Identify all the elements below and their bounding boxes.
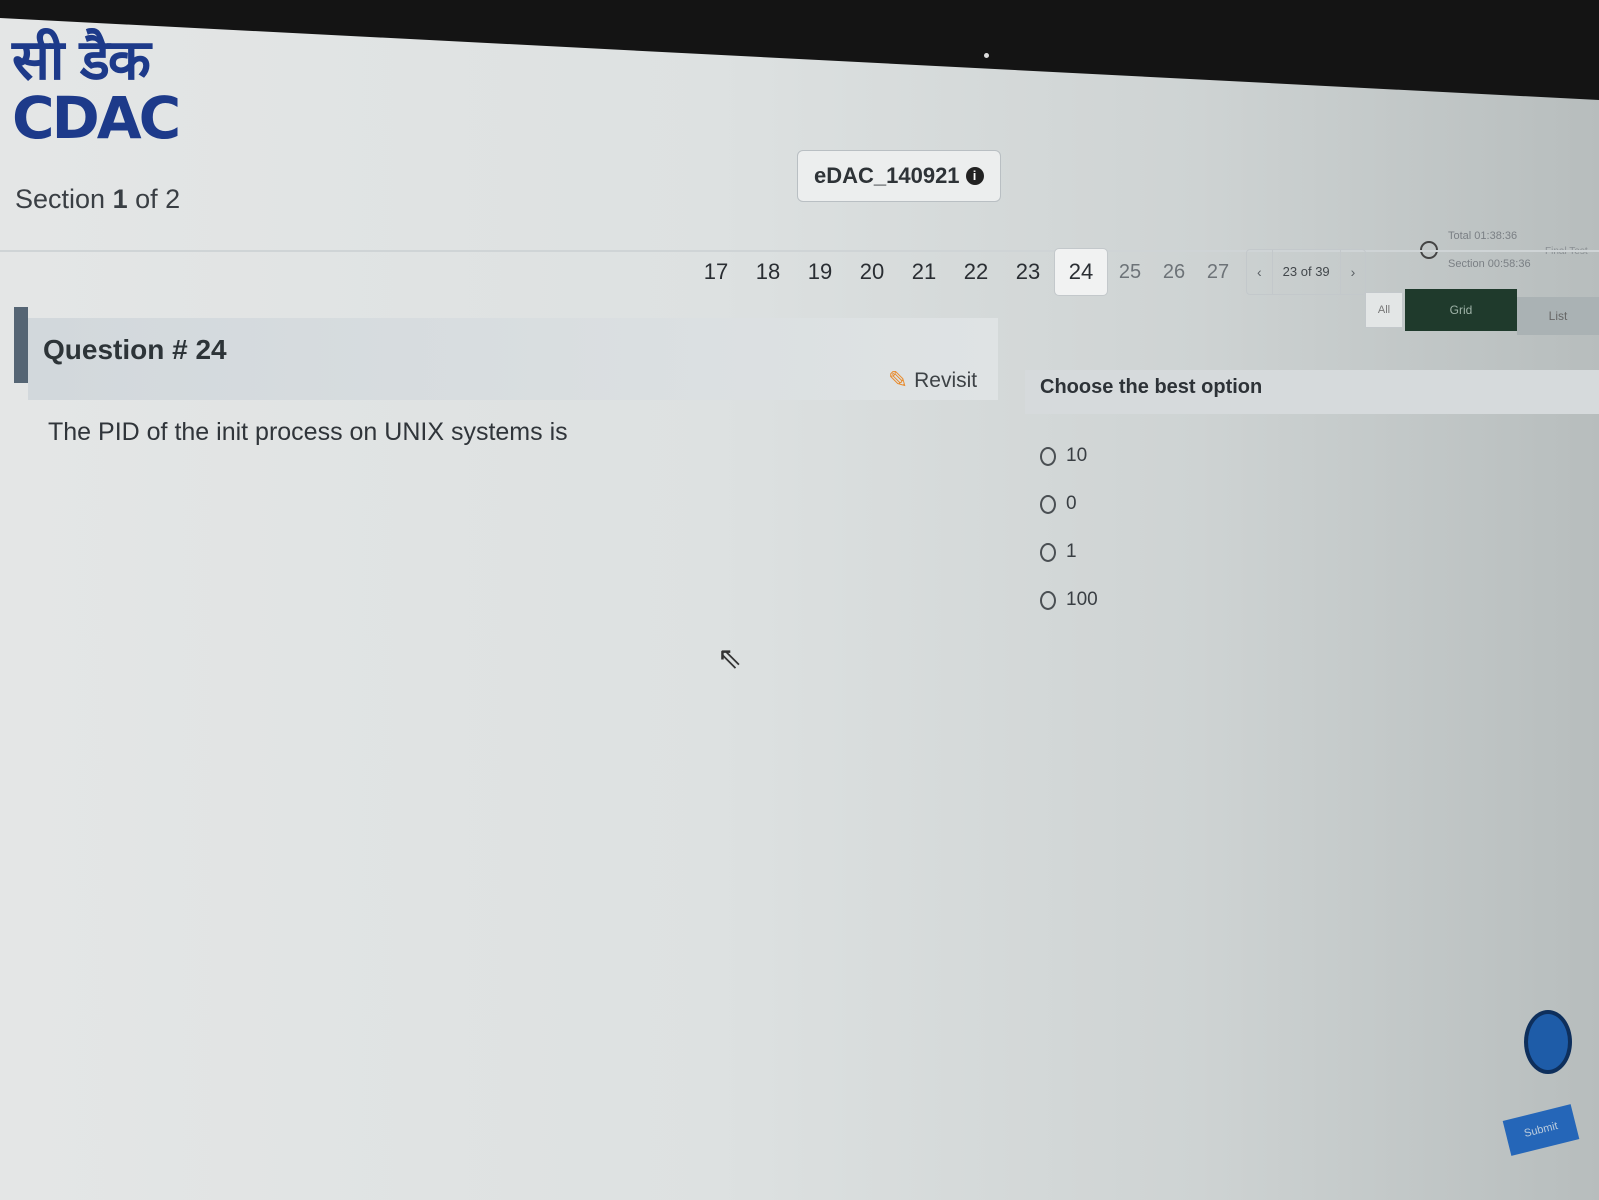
- answer-option-3[interactable]: 1: [1040, 528, 1098, 576]
- test-id-text: eDAC_140921: [814, 163, 960, 188]
- section-total: of 2: [135, 184, 181, 214]
- question-nav-17[interactable]: 17: [690, 249, 742, 295]
- question-title: Question # 24: [43, 334, 227, 365]
- pencil-icon: ✎: [888, 367, 909, 394]
- question-nav-25[interactable]: 25: [1108, 251, 1152, 294]
- logo-hindi-text: सी डैक: [12, 27, 151, 93]
- question-nav-18[interactable]: 18: [742, 249, 794, 295]
- option-label: 1: [1066, 541, 1077, 562]
- test-id-badge[interactable]: eDAC_140921 i: [797, 150, 1001, 202]
- mouse-cursor-icon: ⇖: [717, 642, 743, 675]
- pager-prev-button[interactable]: ‹: [1247, 264, 1272, 280]
- list-view-button[interactable]: List: [1517, 297, 1599, 335]
- radio-icon[interactable]: [1040, 494, 1056, 514]
- question-nav-21[interactable]: 21: [898, 249, 950, 295]
- question-nav-26[interactable]: 26: [1152, 251, 1196, 294]
- option-label: 10: [1066, 445, 1088, 466]
- option-label: 0: [1066, 493, 1077, 514]
- section-current: 1: [112, 184, 128, 214]
- section-time: Section 00:58:36: [1448, 258, 1531, 270]
- filter-all-button[interactable]: All: [1365, 292, 1403, 328]
- revisit-button[interactable]: ✎ Revisit: [888, 366, 977, 395]
- question-pager: ‹ 23 of 39 ›: [1246, 249, 1367, 295]
- question-nav-20[interactable]: 20: [846, 249, 898, 295]
- info-icon[interactable]: i: [965, 167, 984, 185]
- question-nav-23[interactable]: 23: [1002, 249, 1054, 295]
- help-fab-button[interactable]: [1524, 1010, 1572, 1074]
- question-nav-24-current[interactable]: 24: [1054, 248, 1108, 296]
- pager-next-button[interactable]: ›: [1341, 264, 1366, 280]
- options-title: Choose the best option: [1040, 376, 1263, 398]
- question-nav-22[interactable]: 22: [950, 249, 1002, 295]
- answer-option-2[interactable]: 0: [1040, 480, 1098, 528]
- question-nav-19[interactable]: 19: [794, 249, 846, 295]
- webcam-light: [984, 53, 989, 58]
- question-accent-bar: [14, 307, 28, 383]
- radio-icon[interactable]: [1040, 446, 1056, 466]
- radio-icon[interactable]: [1040, 590, 1056, 610]
- answer-option-1[interactable]: 10: [1040, 432, 1098, 480]
- answer-option-4[interactable]: 100: [1040, 576, 1098, 624]
- section-indicator: Section 1 of 2: [15, 184, 180, 215]
- radio-icon[interactable]: [1040, 542, 1056, 562]
- question-text: The PID of the init process on UNIX syst…: [48, 418, 568, 446]
- revisit-label: Revisit: [914, 368, 978, 392]
- section-prefix: Section: [15, 184, 106, 214]
- cdac-logo: सी डैक CDAC: [12, 27, 192, 152]
- grid-view-button[interactable]: Grid: [1405, 289, 1517, 331]
- answer-options: 10 0 1 100: [1040, 432, 1098, 624]
- pager-status: 23 of 39: [1271, 250, 1341, 294]
- question-nav-27[interactable]: 27: [1196, 251, 1240, 294]
- logo-cdac-text: CDAC: [12, 84, 181, 152]
- option-label: 100: [1066, 589, 1098, 610]
- total-time: Total 01:38:36: [1448, 230, 1518, 242]
- submit-button[interactable]: Submit: [1502, 1104, 1580, 1156]
- question-navigation: 17 18 19 20 21 22 23 24 25 26 27 ‹ 23 of…: [690, 248, 1367, 296]
